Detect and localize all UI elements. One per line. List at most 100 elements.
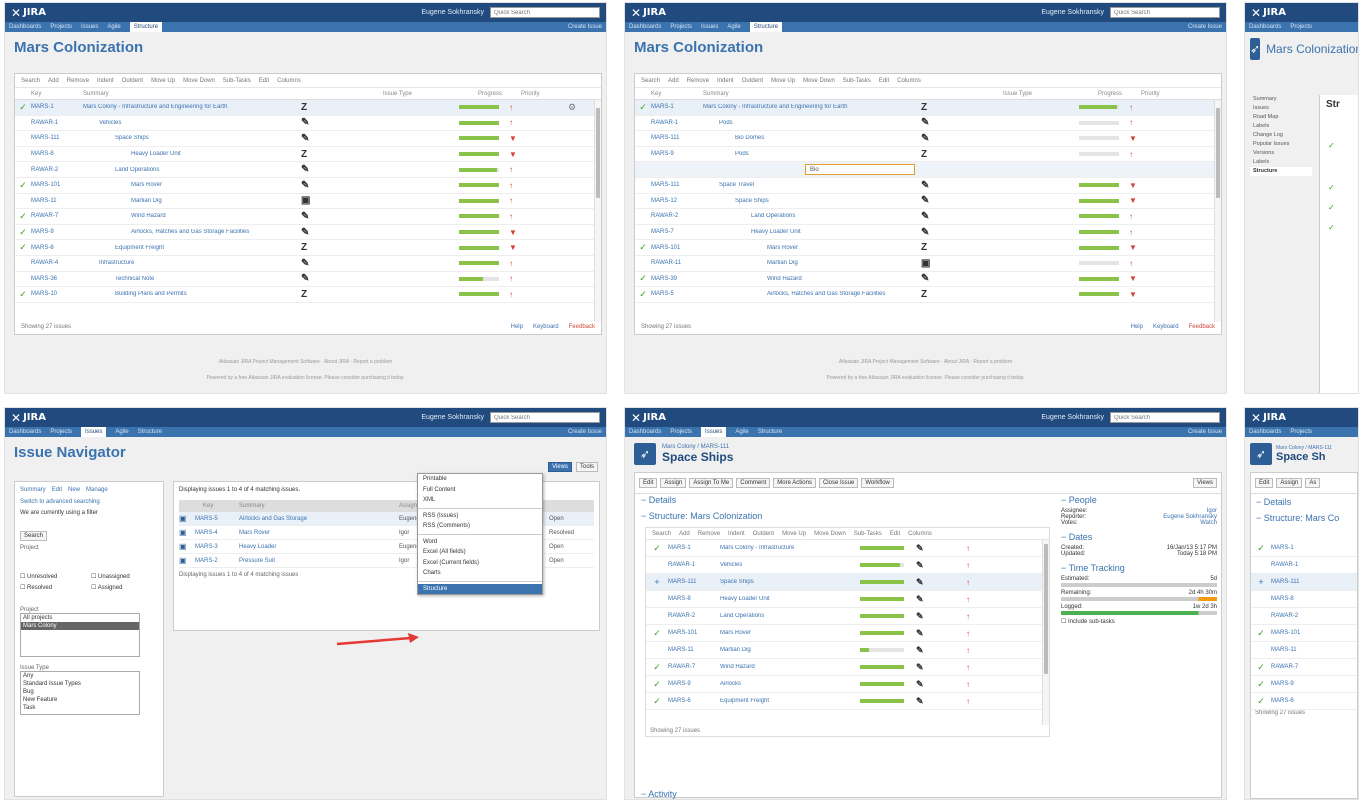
table-row[interactable]: ✓ RAWAR-7 Wind Hazard ✎ ↑	[646, 659, 1049, 676]
issue-summary[interactable]: Vehicles	[720, 562, 850, 568]
table-row[interactable]: RAWAR-11 Martian Dig ▣ ↑	[635, 256, 1221, 272]
issue-type-option[interactable]: Standard Issue Types	[21, 680, 139, 688]
toolbar-search[interactable]: Search	[641, 78, 660, 84]
issue-type-option[interactable]: New Feature	[21, 696, 139, 704]
table-row[interactable]: RAWAR-2 Land Operations ✎ ↑	[646, 608, 1049, 625]
issue-summary[interactable]: Wind Hazard	[703, 276, 993, 282]
quick-search-input[interactable]	[490, 412, 600, 423]
issue-summary[interactable]: Martian Dig	[83, 198, 373, 204]
table-row[interactable]: RAWAR-2	[1251, 608, 1357, 625]
table-row[interactable]: ✓ MARS-9	[1251, 676, 1357, 693]
issue-type-option[interactable]: Task	[21, 704, 139, 712]
issue-summary[interactable]: Equipment Freight	[720, 698, 850, 704]
issue-key[interactable]: RAWAR-7	[1271, 664, 1323, 670]
issue-key[interactable]: RAWAR-2	[1271, 613, 1323, 619]
col-key[interactable]: Key	[179, 503, 239, 509]
action-more-actions[interactable]: More Actions	[773, 478, 816, 488]
sidebar-item[interactable]: Change Log	[1250, 131, 1312, 140]
issue-key[interactable]: MARS-5	[651, 291, 703, 297]
check-unassigned[interactable]: ☐ Unassigned	[91, 573, 158, 580]
col-priority[interactable]: Priority	[1141, 91, 1160, 97]
nav-dashboards[interactable]: Dashboards	[9, 24, 41, 30]
issue-key[interactable]: MARS-11	[31, 198, 83, 204]
nav-issues[interactable]: Issues	[81, 24, 98, 30]
issue-key[interactable]: MARS-8	[1271, 596, 1323, 602]
issue-summary[interactable]: Airlocks	[720, 681, 850, 687]
check-unresolved[interactable]: ☐ Unresolved	[20, 573, 87, 580]
table-row[interactable]: ✓ MARS-10 Building Plans and Permits Z ↑	[15, 287, 601, 303]
grid-scrollbar[interactable]	[594, 100, 601, 322]
quick-search-input[interactable]	[1110, 7, 1220, 18]
issue-key[interactable]: MARS-9	[31, 229, 83, 235]
toolbar-remove[interactable]: Remove	[698, 531, 720, 537]
table-row[interactable]: MARS-36 Technical Note ✎ ↑	[15, 272, 601, 288]
views-menu-item[interactable]: Structure	[418, 583, 542, 594]
toolbar-move-up[interactable]: Move Up	[151, 78, 175, 84]
table-row[interactable]: ✓ MARS-101	[1251, 625, 1357, 642]
table-row[interactable]: RAWAR-4 Infrastructure ✎ ↑	[15, 256, 601, 272]
views-button[interactable]: Views	[548, 462, 572, 472]
issue-summary[interactable]: Wind Hazard	[83, 213, 373, 219]
toolbar-search[interactable]: Search	[652, 531, 671, 537]
col-summary[interactable]: Summary	[703, 91, 1003, 97]
issue-key[interactable]: MARS-39	[651, 276, 703, 282]
details-section[interactable]: − Details	[1251, 494, 1357, 510]
issue-summary[interactable]: Land Operations	[703, 213, 993, 219]
issue-summary[interactable]: Infrastructure	[83, 260, 373, 266]
table-row[interactable]: ✓ MARS-9 Airlocks, Hatches and Gas Storage…	[15, 225, 601, 241]
issue-summary[interactable]: Space Ships	[703, 198, 993, 204]
jira-logo[interactable]: ✕ JIRA	[631, 6, 666, 20]
action-close-issue[interactable]: Close Issue	[818, 478, 859, 488]
issue-summary[interactable]: Heavy Loader Unit	[83, 151, 373, 157]
table-row[interactable]: RAWAR-1 Vehicles ✎ ↑	[15, 116, 601, 132]
toolbar-columns[interactable]: Columns	[277, 78, 301, 84]
issue-summary[interactable]: Pressure Suit	[239, 558, 399, 564]
views-button[interactable]: Views	[1193, 478, 1217, 488]
sidebar-item[interactable]: Summary	[1250, 95, 1312, 104]
table-row[interactable]: + MARS-111 Space Ships ✎ ↑	[646, 574, 1049, 591]
table-row[interactable]: MARS-11 Martian Dig ▣ ↑	[15, 194, 601, 210]
toolbar-columns[interactable]: Columns	[897, 78, 921, 84]
nav-dashboards[interactable]: Dashboards	[9, 429, 41, 435]
issue-summary[interactable]: Land Operations	[83, 167, 373, 173]
issue-key[interactable]: RAWAR-7	[31, 213, 83, 219]
issue-summary[interactable]: Martian Dig	[703, 260, 993, 266]
toolbar-add[interactable]: Add	[668, 78, 679, 84]
views-menu-item[interactable]: Excel (Current fields)	[418, 558, 542, 569]
tab-manage[interactable]: Manage	[86, 487, 108, 493]
create-issue-link[interactable]: Create Issue	[1188, 429, 1222, 435]
issue-summary[interactable]: Equipment Freight	[83, 245, 373, 251]
views-menu-item[interactable]: XML	[418, 495, 542, 506]
issue-type-option[interactable]: Any	[21, 672, 139, 680]
table-row[interactable]: ✓ MARS-101 Mars Rover Z ▼	[635, 240, 1221, 256]
nav-projects[interactable]: Projects	[50, 429, 72, 435]
issue-summary[interactable]: Technical Note	[83, 276, 373, 282]
issue-summary[interactable]: Pods	[703, 151, 993, 157]
help-link[interactable]: Help	[1131, 324, 1143, 330]
issue-key[interactable]: MARS-8	[668, 596, 720, 602]
issue-key[interactable]: MARS-8	[31, 151, 83, 157]
toolbar-move-down[interactable]: Move Down	[814, 531, 846, 537]
nav-agile[interactable]: Agile	[727, 24, 740, 30]
col-progress[interactable]: Progress	[478, 91, 521, 97]
issue-summary[interactable]: Mars Colony - Infrastructure	[720, 545, 850, 551]
issue-key[interactable]: RAWAR-2	[668, 613, 720, 619]
issue-key[interactable]: MARS-111	[651, 135, 703, 141]
assign-to-me-button[interactable]: As	[1305, 478, 1321, 488]
issue-key[interactable]: MARS-9	[1271, 681, 1323, 687]
issue-key[interactable]: MARS-111	[651, 182, 703, 188]
scroll-thumb[interactable]	[1216, 108, 1220, 198]
issue-key[interactable]: MARS-1	[668, 545, 720, 551]
issue-key[interactable]: MARS-1	[651, 104, 703, 110]
inline-edit-field[interactable]: Bio	[805, 164, 915, 176]
issue-summary[interactable]: Mars Rover	[239, 530, 399, 536]
feedback-link[interactable]: Feedback	[569, 324, 595, 330]
toolbar-outdent[interactable]: Outdent	[122, 78, 143, 84]
nav-dashboards[interactable]: Dashboards	[1249, 429, 1281, 435]
toolbar-add[interactable]: Add	[679, 531, 690, 537]
action-comment[interactable]: Comment	[736, 478, 771, 488]
nav-dashboards[interactable]: Dashboards	[1249, 24, 1281, 30]
issue-key[interactable]: MARS-101	[668, 630, 720, 636]
nav-structure[interactable]: Structure	[758, 429, 782, 435]
dates-section[interactable]: − Dates	[1061, 532, 1217, 542]
